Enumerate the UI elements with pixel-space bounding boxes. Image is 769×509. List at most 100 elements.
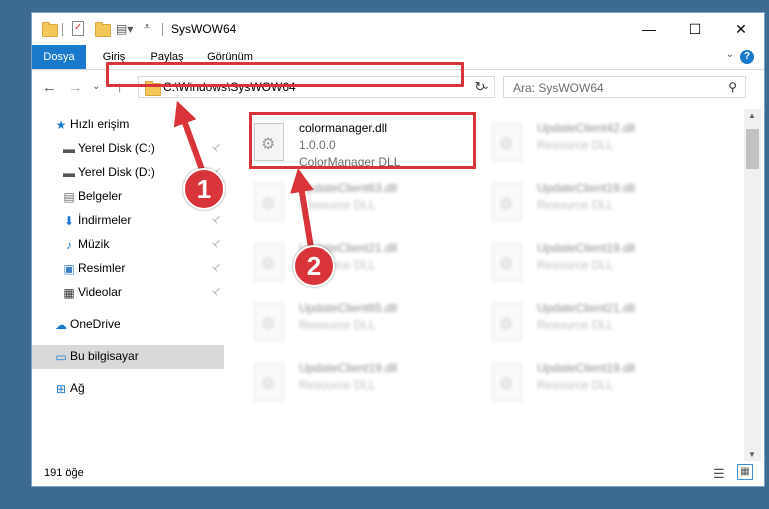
recent-locations-button[interactable]: ⌄ [92, 81, 100, 92]
divider [62, 23, 63, 36]
music-icon: ♪ [66, 238, 72, 252]
sidebar-item-label: Hızlı erişim [70, 117, 130, 131]
tiles-view-icon[interactable]: ▦ [737, 464, 753, 480]
tab-file[interactable]: Dosya [32, 45, 86, 69]
dll-file-icon [254, 243, 284, 281]
sidebar-item-label: OneDrive [70, 317, 121, 331]
address-highlight-box [106, 62, 464, 87]
file-name: UpdateClient19.dll [537, 241, 636, 255]
sidebar-item-label: Müzik [78, 237, 110, 251]
maximize-button[interactable]: ☐ [672, 13, 718, 45]
file-item[interactable]: UpdateClient19.dll Resource DLL [486, 355, 716, 411]
dll-file-icon [492, 363, 522, 401]
sidebar-item[interactable]: ⊞ Ağ [32, 377, 227, 401]
file-type: Resource DLL [299, 318, 376, 332]
sidebar-item[interactable]: ☁ OneDrive [32, 313, 227, 337]
pin-icon[interactable]: ⊥ [209, 213, 223, 227]
computer-icon: ▭ [55, 350, 67, 364]
file-name: UpdateClient42.dll [537, 121, 636, 135]
file-type: Resource DLL [299, 378, 376, 392]
new-folder-icon[interactable] [95, 22, 111, 37]
file-name: UpdateClient19.dll [537, 361, 636, 375]
pin-icon[interactable]: ⊥ [209, 261, 223, 275]
navigation-pane: ★ Hızlı erişim ▬ Yerel Disk (C:) ⊥ ▬ Yerel Dis… [32, 109, 227, 461]
scrollbar-thumb[interactable] [746, 129, 759, 169]
file-item[interactable]: UpdateClient21.dllResource DLL [248, 235, 478, 291]
drive-icon: ▬ [63, 142, 75, 156]
sidebar-item[interactable]: ▭ Bu bilgisayar [32, 345, 224, 369]
window-title: SysWOW64 [171, 22, 237, 36]
sidebar-item-label: İndirmeler [78, 213, 132, 227]
pin-icon[interactable]: ⊥ [209, 141, 223, 155]
file-name: UpdateClient21.dll [537, 301, 636, 315]
quick-access-customize-icon[interactable]: ▤▾ [116, 22, 133, 38]
file-name: UpdateClient65.dll [299, 301, 398, 315]
item-count: 191 öğe [44, 467, 84, 479]
sidebar-item-label: Ağ [70, 381, 85, 395]
close-button[interactable]: ✕ [718, 13, 764, 45]
file-item[interactable]: UpdateClient19.dll Resource DLL [248, 355, 478, 411]
video-icon: ▦ [63, 286, 75, 300]
sidebar-item-label: Yerel Disk (C:) [78, 141, 155, 155]
pictures-icon: ▣ [63, 262, 75, 276]
sidebar-item-label: Resimler [78, 261, 126, 275]
star-icon: ★ [55, 118, 67, 132]
step-2-badge: 2 [293, 245, 335, 287]
title-bar: ✓ ▤▾ ⩡ SysWOW64 — ☐ ✕ [32, 13, 764, 45]
scroll-down-icon[interactable]: ▼ [748, 450, 756, 459]
sidebar-item-label: Yerel Disk (D:) [78, 165, 155, 179]
sidebar-item[interactable]: ♪ Müzik ⊥ [32, 233, 227, 257]
chevron-down-icon[interactable]: ⌄ [726, 49, 734, 60]
help-icon[interactable]: ? [740, 50, 754, 64]
documents-icon: ▤ [63, 190, 75, 204]
pin-icon[interactable]: ⊥ [209, 237, 223, 251]
dll-file-icon [492, 183, 522, 221]
divider [162, 23, 163, 36]
dll-file-icon [254, 183, 284, 221]
status-bar: 191 öğe ☰ ▦ [32, 461, 764, 486]
folder-icon [42, 22, 58, 37]
sidebar-item[interactable]: ▦ Videolar ⊥ [32, 281, 227, 305]
file-type: Resource DLL [537, 378, 614, 392]
dll-file-icon [492, 123, 522, 161]
pin-icon[interactable]: ⊥ [209, 285, 223, 299]
drive-icon: ▬ [63, 166, 75, 180]
sidebar-item[interactable]: ⬇ İndirmeler ⊥ [32, 209, 227, 233]
file-item[interactable]: UpdateClient19.dll Resource DLL [486, 235, 716, 291]
cloud-icon: ☁ [55, 318, 67, 332]
search-placeholder: Ara: SysWOW64 [513, 81, 604, 95]
properties-icon[interactable]: ✓ [72, 21, 84, 36]
file-type: Resource DLL [299, 198, 376, 212]
sidebar-item-label: Videolar [78, 285, 122, 299]
file-type: Resource DLL [537, 258, 614, 272]
file-item[interactable]: UpdateClient42.dll Resource DLL [486, 115, 716, 171]
file-item[interactable]: UpdateClient19.dll Resource DLL [486, 175, 716, 231]
step-1-badge: 1 [183, 168, 225, 210]
file-item[interactable]: UpdateClient65.dll Resource DLL [248, 295, 478, 351]
dll-file-icon [254, 363, 284, 401]
sidebar-item[interactable]: ▣ Resimler ⊥ [32, 257, 227, 281]
file-name: UpdateClient63.dll [299, 181, 398, 195]
search-input[interactable]: Ara: SysWOW64 ⚲ [503, 76, 746, 98]
minimize-button[interactable]: — [626, 13, 672, 45]
network-icon: ⊞ [55, 382, 67, 396]
file-name: UpdateClient19.dll [537, 181, 636, 195]
sidebar-item-label: Bu bilgisayar [70, 349, 139, 363]
search-icon[interactable]: ⚲ [728, 80, 737, 94]
download-icon: ⬇ [63, 214, 75, 228]
dll-file-icon [254, 303, 284, 341]
file-type: Resource DLL [537, 318, 614, 332]
scroll-up-icon[interactable]: ▲ [748, 111, 756, 120]
vertical-scrollbar[interactable]: ▲ ▼ [744, 109, 761, 461]
sidebar-item[interactable]: ★ Hızlı erişim [32, 113, 227, 137]
file-item[interactable]: UpdateClient63.dll Resource DLL [248, 175, 478, 231]
file-item[interactable]: UpdateClient21.dll Resource DLL [486, 295, 716, 351]
file-type: Resource DLL [537, 198, 614, 212]
back-button[interactable]: ← [42, 79, 57, 96]
sidebar-item[interactable]: ▬ Yerel Disk (C:) ⊥ [32, 137, 227, 161]
toolbar-dropdown-icon[interactable]: ⩡ [144, 21, 150, 37]
refresh-button[interactable]: ↻ [469, 76, 491, 98]
file-name: UpdateClient19.dll [299, 361, 398, 375]
forward-button[interactable]: → [68, 79, 83, 96]
details-view-icon[interactable]: ☰ [713, 466, 725, 482]
